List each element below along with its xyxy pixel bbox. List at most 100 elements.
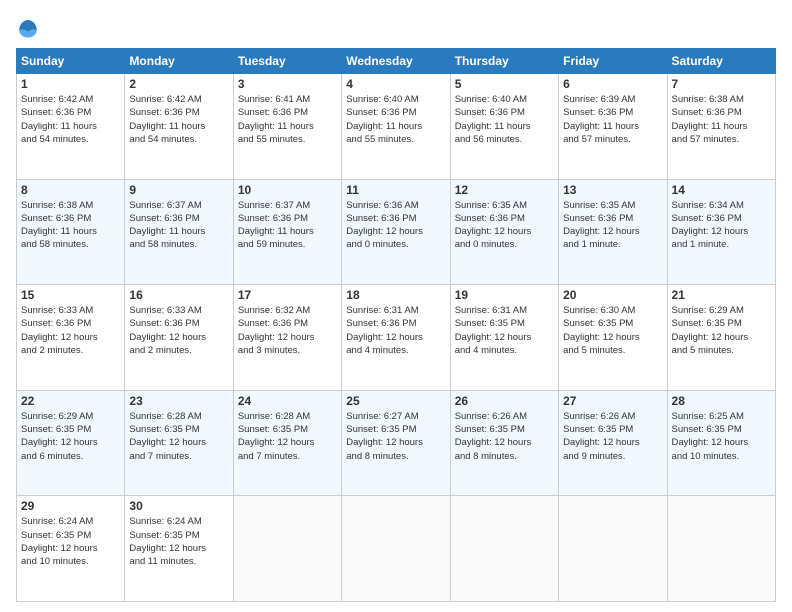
- calendar-cell: 28 Sunrise: 6:25 AM Sunset: 6:35 PM Dayli…: [667, 390, 775, 496]
- weekday-header-thursday: Thursday: [450, 49, 558, 74]
- calendar-cell: 19 Sunrise: 6:31 AM Sunset: 6:35 PM Dayli…: [450, 285, 558, 391]
- week-row-1: 1Sunrise: 6:42 AM Sunset: 6:36 PM Daylig…: [17, 74, 776, 180]
- day-info: Sunrise: 6:25 AM Sunset: 6:35 PM Dayligh…: [672, 410, 771, 463]
- calendar-cell: 25 Sunrise: 6:27 AM Sunset: 6:35 PM Dayli…: [342, 390, 450, 496]
- day-number: 9: [129, 183, 228, 197]
- calendar-cell: 6 Sunrise: 6:39 AM Sunset: 6:36 PM Daylig…: [559, 74, 667, 180]
- day-number: 27: [563, 394, 662, 408]
- day-info: Sunrise: 6:34 AM Sunset: 6:36 PM Dayligh…: [672, 199, 771, 252]
- day-number: 20: [563, 288, 662, 302]
- day-number: 16: [129, 288, 228, 302]
- day-info: Sunrise: 6:41 AM Sunset: 6:36 PM Dayligh…: [238, 93, 337, 146]
- day-number: 5: [455, 77, 554, 91]
- week-row-2: 8Sunrise: 6:38 AM Sunset: 6:36 PM Daylig…: [17, 179, 776, 285]
- calendar-cell: 24Sunrise: 6:28 AM Sunset: 6:35 PM Dayli…: [233, 390, 341, 496]
- calendar-cell: 20 Sunrise: 6:30 AM Sunset: 6:35 PM Dayli…: [559, 285, 667, 391]
- day-info: Sunrise: 6:26 AM Sunset: 6:35 PM Dayligh…: [455, 410, 554, 463]
- day-info: Sunrise: 6:38 AM Sunset: 6:36 PM Dayligh…: [21, 199, 120, 252]
- header: [16, 16, 776, 40]
- day-info: Sunrise: 6:35 AM Sunset: 6:36 PM Dayligh…: [563, 199, 662, 252]
- day-info: Sunrise: 6:30 AM Sunset: 6:35 PM Dayligh…: [563, 304, 662, 357]
- day-number: 24: [238, 394, 337, 408]
- day-number: 19: [455, 288, 554, 302]
- day-number: 7: [672, 77, 771, 91]
- calendar-cell: 1Sunrise: 6:42 AM Sunset: 6:36 PM Daylig…: [17, 74, 125, 180]
- day-number: 25: [346, 394, 445, 408]
- calendar-cell: 11 Sunrise: 6:36 AM Sunset: 6:36 PM Dayli…: [342, 179, 450, 285]
- calendar-cell: 18 Sunrise: 6:31 AM Sunset: 6:36 PM Dayli…: [342, 285, 450, 391]
- day-info: Sunrise: 6:40 AM Sunset: 6:36 PM Dayligh…: [346, 93, 445, 146]
- day-info: Sunrise: 6:26 AM Sunset: 6:35 PM Dayligh…: [563, 410, 662, 463]
- day-info: Sunrise: 6:31 AM Sunset: 6:35 PM Dayligh…: [455, 304, 554, 357]
- day-number: 13: [563, 183, 662, 197]
- day-info: Sunrise: 6:33 AM Sunset: 6:36 PM Dayligh…: [21, 304, 120, 357]
- weekday-header-saturday: Saturday: [667, 49, 775, 74]
- calendar-cell: 10 Sunrise: 6:37 AM Sunset: 6:36 PM Dayli…: [233, 179, 341, 285]
- calendar-cell: 13 Sunrise: 6:35 AM Sunset: 6:36 PM Dayli…: [559, 179, 667, 285]
- day-number: 26: [455, 394, 554, 408]
- weekday-header-sunday: Sunday: [17, 49, 125, 74]
- calendar-cell: 15 Sunrise: 6:33 AM Sunset: 6:36 PM Dayli…: [17, 285, 125, 391]
- weekday-header-wednesday: Wednesday: [342, 49, 450, 74]
- day-info: Sunrise: 6:39 AM Sunset: 6:36 PM Dayligh…: [563, 93, 662, 146]
- day-number: 10: [238, 183, 337, 197]
- day-info: Sunrise: 6:42 AM Sunset: 6:36 PM Dayligh…: [21, 93, 120, 146]
- calendar-cell: 27 Sunrise: 6:26 AM Sunset: 6:35 PM Dayli…: [559, 390, 667, 496]
- calendar-table: SundayMondayTuesdayWednesdayThursdayFrid…: [16, 48, 776, 602]
- day-info: Sunrise: 6:24 AM Sunset: 6:35 PM Dayligh…: [21, 515, 120, 568]
- week-row-4: 22Sunrise: 6:29 AM Sunset: 6:35 PM Dayli…: [17, 390, 776, 496]
- day-number: 28: [672, 394, 771, 408]
- day-number: 12: [455, 183, 554, 197]
- day-number: 17: [238, 288, 337, 302]
- day-info: Sunrise: 6:32 AM Sunset: 6:36 PM Dayligh…: [238, 304, 337, 357]
- calendar-cell: 17 Sunrise: 6:32 AM Sunset: 6:36 PM Dayli…: [233, 285, 341, 391]
- day-info: Sunrise: 6:29 AM Sunset: 6:35 PM Dayligh…: [672, 304, 771, 357]
- calendar-cell: 2 Sunrise: 6:42 AM Sunset: 6:36 PM Daylig…: [125, 74, 233, 180]
- day-info: Sunrise: 6:36 AM Sunset: 6:36 PM Dayligh…: [346, 199, 445, 252]
- day-number: 15: [21, 288, 120, 302]
- day-number: 29: [21, 499, 120, 513]
- day-number: 3: [238, 77, 337, 91]
- calendar-cell: 12 Sunrise: 6:35 AM Sunset: 6:36 PM Dayli…: [450, 179, 558, 285]
- calendar-cell: 21 Sunrise: 6:29 AM Sunset: 6:35 PM Dayli…: [667, 285, 775, 391]
- day-info: Sunrise: 6:28 AM Sunset: 6:35 PM Dayligh…: [129, 410, 228, 463]
- day-info: Sunrise: 6:27 AM Sunset: 6:35 PM Dayligh…: [346, 410, 445, 463]
- day-number: 6: [563, 77, 662, 91]
- day-info: Sunrise: 6:42 AM Sunset: 6:36 PM Dayligh…: [129, 93, 228, 146]
- calendar-cell: 14 Sunrise: 6:34 AM Sunset: 6:36 PM Dayli…: [667, 179, 775, 285]
- weekday-header-friday: Friday: [559, 49, 667, 74]
- calendar-cell: 29 Sunrise: 6:24 AM Sunset: 6:35 PM Dayli…: [17, 496, 125, 602]
- calendar-cell: 8Sunrise: 6:38 AM Sunset: 6:36 PM Daylig…: [17, 179, 125, 285]
- day-number: 18: [346, 288, 445, 302]
- page: SundayMondayTuesdayWednesdayThursdayFrid…: [0, 0, 792, 612]
- day-info: Sunrise: 6:35 AM Sunset: 6:36 PM Dayligh…: [455, 199, 554, 252]
- day-info: Sunrise: 6:37 AM Sunset: 6:36 PM Dayligh…: [238, 199, 337, 252]
- day-number: 4: [346, 77, 445, 91]
- day-info: Sunrise: 6:31 AM Sunset: 6:36 PM Dayligh…: [346, 304, 445, 357]
- calendar-cell: 4 Sunrise: 6:40 AM Sunset: 6:36 PM Daylig…: [342, 74, 450, 180]
- day-info: Sunrise: 6:37 AM Sunset: 6:36 PM Dayligh…: [129, 199, 228, 252]
- week-row-5: 29 Sunrise: 6:24 AM Sunset: 6:35 PM Dayli…: [17, 496, 776, 602]
- day-number: 2: [129, 77, 228, 91]
- calendar-cell: 3 Sunrise: 6:41 AM Sunset: 6:36 PM Daylig…: [233, 74, 341, 180]
- calendar-cell: [233, 496, 341, 602]
- calendar-cell: 30Sunrise: 6:24 AM Sunset: 6:35 PM Dayli…: [125, 496, 233, 602]
- weekday-header-tuesday: Tuesday: [233, 49, 341, 74]
- calendar-cell: [667, 496, 775, 602]
- calendar-cell: 26 Sunrise: 6:26 AM Sunset: 6:35 PM Dayli…: [450, 390, 558, 496]
- day-info: Sunrise: 6:29 AM Sunset: 6:35 PM Dayligh…: [21, 410, 120, 463]
- calendar-cell: 23 Sunrise: 6:28 AM Sunset: 6:35 PM Dayli…: [125, 390, 233, 496]
- day-number: 14: [672, 183, 771, 197]
- calendar-cell: [559, 496, 667, 602]
- day-number: 23: [129, 394, 228, 408]
- calendar-cell: 7Sunrise: 6:38 AM Sunset: 6:36 PM Daylig…: [667, 74, 775, 180]
- day-info: Sunrise: 6:33 AM Sunset: 6:36 PM Dayligh…: [129, 304, 228, 357]
- calendar-cell: 9 Sunrise: 6:37 AM Sunset: 6:36 PM Daylig…: [125, 179, 233, 285]
- day-number: 30: [129, 499, 228, 513]
- calendar-cell: [450, 496, 558, 602]
- calendar-cell: [342, 496, 450, 602]
- week-row-3: 15 Sunrise: 6:33 AM Sunset: 6:36 PM Dayli…: [17, 285, 776, 391]
- day-number: 11: [346, 183, 445, 197]
- day-number: 21: [672, 288, 771, 302]
- weekday-header-monday: Monday: [125, 49, 233, 74]
